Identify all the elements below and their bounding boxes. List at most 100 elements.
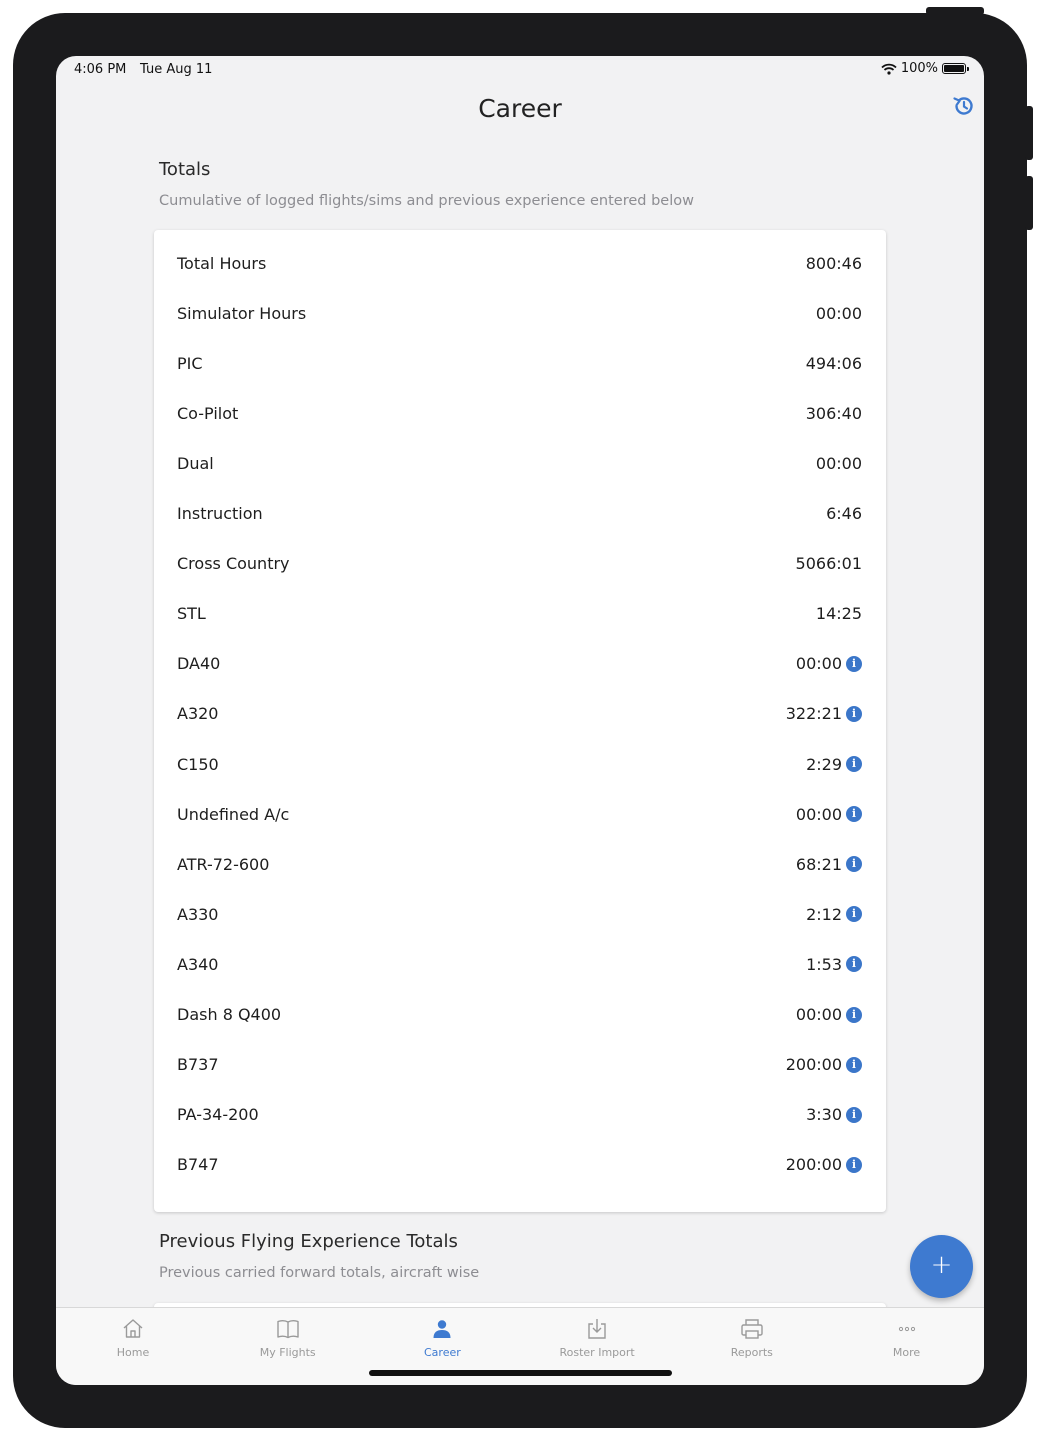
row-value-text: 00:00 xyxy=(815,303,862,323)
row-value: 3:30 i xyxy=(806,1105,862,1124)
info-icon[interactable]: i xyxy=(846,705,862,722)
row-label: ATR-72-600 xyxy=(177,854,270,874)
row-value: 322:21 i xyxy=(786,704,862,723)
row-label: Instruction xyxy=(177,504,263,523)
row-label: Dash 8 Q400 xyxy=(177,1005,282,1024)
tab-label: My Flights xyxy=(259,1346,316,1359)
battery-percent: 100% xyxy=(900,61,938,76)
row-label: PIC xyxy=(177,353,203,373)
row-value-text: 5066:01 xyxy=(795,554,862,574)
row-value: 68:21 i xyxy=(796,855,862,874)
tab-label: Career xyxy=(424,1346,461,1359)
table-row: PA-34-200 3:30 i xyxy=(154,1090,886,1140)
printer-icon xyxy=(741,1319,763,1339)
row-value: 2:29 i xyxy=(806,755,862,774)
table-row: A320 322:21 i xyxy=(154,689,886,739)
row-value-text: 1:53 xyxy=(806,954,842,974)
row-value-text: 00:00 xyxy=(795,654,842,674)
screen: 4:06 PM Tue Aug 11 100% Career Totals Cu… xyxy=(56,56,984,1385)
row-value: 00:00 xyxy=(816,454,862,473)
row-value-text: 2:29 xyxy=(806,754,842,774)
totals-title: Totals xyxy=(159,159,211,180)
row-value: 5066:01 xyxy=(796,554,862,573)
info-icon[interactable]: i xyxy=(846,956,862,973)
row-value: 14:25 xyxy=(816,604,862,623)
row-value-text: 00:00 xyxy=(815,453,862,473)
info-icon[interactable]: i xyxy=(846,1106,862,1123)
row-label: A340 xyxy=(177,954,219,974)
table-row: Simulator Hours 00:00 xyxy=(154,288,886,338)
add-button[interactable]: + xyxy=(910,1235,973,1298)
previous-subtitle: Previous carried forward totals, aircraf… xyxy=(159,1265,480,1281)
row-value: 00:00 i xyxy=(796,1005,862,1024)
info-icon[interactable]: i xyxy=(846,756,862,772)
tab-label: Reports xyxy=(730,1346,773,1359)
row-label: PA-34-200 xyxy=(177,1105,259,1125)
previous-title: Previous Flying Experience Totals xyxy=(159,1231,458,1252)
table-row: STL 14:25 xyxy=(154,589,886,639)
row-label: B747 xyxy=(177,1155,219,1175)
wifi-icon xyxy=(881,63,897,75)
info-icon[interactable]: i xyxy=(846,1156,862,1173)
row-value: 1:53 i xyxy=(806,955,862,974)
tab-more[interactable]: More xyxy=(830,1308,984,1368)
row-label: A330 xyxy=(177,904,219,924)
home-icon xyxy=(123,1319,143,1338)
info-icon[interactable]: i xyxy=(846,856,862,873)
device-top-button xyxy=(926,7,984,15)
info-icon[interactable]: i xyxy=(846,1056,862,1073)
table-row: B747 200:00 i xyxy=(154,1140,886,1190)
row-value-text: 00:00 xyxy=(795,1005,842,1024)
info-icon[interactable]: i xyxy=(846,1006,862,1023)
table-row: Co-Pilot 306:40 xyxy=(154,388,886,438)
table-row: A340 1:53 i xyxy=(154,939,886,989)
tab-career[interactable]: Career xyxy=(365,1308,519,1368)
row-label: B737 xyxy=(177,1055,219,1075)
row-value: 306:40 xyxy=(806,404,862,423)
device-volume-up xyxy=(1025,106,1033,160)
row-value-text: 6:46 xyxy=(826,504,862,523)
person-icon xyxy=(433,1320,451,1338)
table-row: Dual 00:00 xyxy=(154,438,886,488)
table-row: Undefined A/c 00:00 i xyxy=(154,789,886,839)
row-value: 00:00 i xyxy=(796,805,862,824)
info-icon[interactable]: i xyxy=(846,806,862,823)
table-row: Total Hours 800:46 xyxy=(154,238,886,288)
row-value: 2:12 i xyxy=(806,905,862,924)
totals-card: Total Hours 800:46 Simulator Hours 00:00 PIC… xyxy=(154,230,886,1212)
row-value-text: 494:06 xyxy=(805,353,862,373)
table-row: Instruction 6:46 xyxy=(154,489,886,539)
info-icon[interactable]: i xyxy=(846,906,862,923)
row-label: STL xyxy=(177,604,206,624)
table-row: ATR-72-600 68:21 i xyxy=(154,839,886,889)
row-value-text: 800:46 xyxy=(805,253,862,273)
tab-my-flights[interactable]: My Flights xyxy=(211,1308,365,1368)
row-value: 800:46 xyxy=(806,254,862,273)
info-icon[interactable]: i xyxy=(846,655,862,672)
row-value: 200:00 i xyxy=(786,1155,862,1174)
row-label: Simulator Hours xyxy=(177,303,307,323)
plus-icon: + xyxy=(930,1250,953,1280)
row-label: DA40 xyxy=(177,654,221,674)
history-icon[interactable] xyxy=(952,94,976,118)
row-value-text: 3:30 xyxy=(806,1105,842,1125)
row-label: Undefined A/c xyxy=(177,804,290,824)
page-title: Career xyxy=(478,94,562,123)
import-icon xyxy=(588,1319,606,1339)
row-label: A320 xyxy=(177,704,219,724)
tab-home[interactable]: Home xyxy=(56,1308,210,1368)
table-row: C150 2:29 i xyxy=(154,739,886,789)
row-value-text: 68:21 xyxy=(795,854,842,874)
tab-roster-import[interactable]: Roster Import xyxy=(520,1308,674,1368)
row-value-text: 00:00 xyxy=(795,804,842,824)
row-value-text: 200:00 xyxy=(785,1155,842,1175)
row-value: 00:00 i xyxy=(796,654,862,673)
battery-icon xyxy=(942,63,969,74)
row-label: C150 xyxy=(177,754,219,774)
row-label: Co-Pilot xyxy=(177,403,239,423)
row-value-text: 306:40 xyxy=(805,403,862,423)
status-bar: 4:06 PM Tue Aug 11 100% xyxy=(56,56,984,82)
tab-reports[interactable]: Reports xyxy=(675,1308,829,1368)
table-row: PIC 494:06 xyxy=(154,338,886,388)
row-label: Total Hours xyxy=(177,253,267,273)
